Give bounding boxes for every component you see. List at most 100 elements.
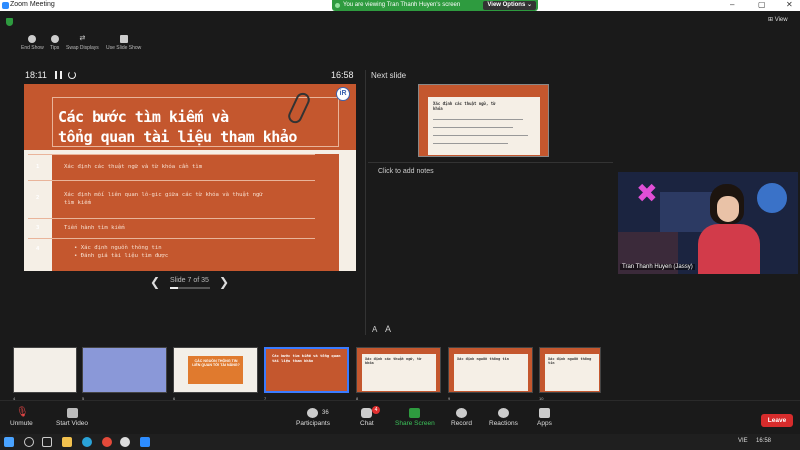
slide-row-3: 3 Tiến hành tìm kiếm xyxy=(28,218,315,238)
participant-body xyxy=(698,224,760,274)
next-slide-label: Next slide xyxy=(371,71,407,80)
slide-counter: Slide 7 of 35 xyxy=(170,277,209,284)
row-text: tìm kiếm xyxy=(64,199,91,206)
row-number: 2 xyxy=(36,195,40,201)
slide-title-line1: Các bước tìm kiếm và xyxy=(58,108,229,126)
row-text: Xác định mối liên quan lô-gic giữa các t… xyxy=(64,192,263,198)
reactions-icon xyxy=(497,408,509,418)
end-show-button[interactable]: End Show xyxy=(21,35,44,51)
maximize-button[interactable]: ▢ xyxy=(758,0,766,9)
filmstrip-thumb-6[interactable]: CÁC NGUỒN THÔNG TIN LIÊN QUAN TỚI TÀI NĂ… xyxy=(173,347,258,393)
current-time: 16:58 xyxy=(331,70,354,80)
pause-timer-icon[interactable] xyxy=(55,71,62,79)
decor-x-icon: ✖ xyxy=(636,178,658,208)
end-show-icon xyxy=(28,35,37,43)
speaker-notes-area[interactable] xyxy=(368,162,613,335)
use-slide-show-button[interactable]: Use Slide Show xyxy=(106,35,141,51)
next-slide-thumbnail[interactable]: Xác định các thuật ngữ, từ khóa xyxy=(418,84,549,157)
video-off-icon xyxy=(66,408,78,418)
reset-timer-icon[interactable] xyxy=(68,71,76,79)
row-number: 1 xyxy=(36,164,40,170)
thumb-caption: Xác định nguồn thông tin xyxy=(548,357,592,365)
record-icon xyxy=(455,408,467,418)
increase-font-button[interactable]: A xyxy=(385,324,391,334)
thumb-caption: CÁC NGUỒN THÔNG TIN LIÊN QUAN TỚI TÀI NĂ… xyxy=(192,359,240,367)
row-text: Tiến hành tìm kiếm xyxy=(64,225,125,231)
task-view-icon[interactable] xyxy=(42,437,52,447)
thumb-line xyxy=(433,127,513,128)
chrome-browser-icon[interactable] xyxy=(102,437,112,447)
thumb-line xyxy=(433,119,523,120)
participants-count: 36 xyxy=(322,410,329,416)
file-explorer-icon[interactable] xyxy=(62,437,72,447)
share-screen-icon xyxy=(409,408,421,418)
next-slide-title: Xác định các thuật ngữ, từ khóa xyxy=(433,101,496,111)
swap-displays-button[interactable]: ⇄ Swap Displays xyxy=(66,35,99,51)
chat-unread-badge: 4 xyxy=(372,406,380,414)
next-slide-button[interactable]: ❯ xyxy=(219,275,229,289)
row-text: Xác định các thuật ngữ và từ khóa cần tì… xyxy=(64,164,203,170)
start-video-button[interactable]: Start Video xyxy=(56,408,88,427)
share-screen-button[interactable]: Share Screen xyxy=(395,408,435,427)
view-button[interactable]: ⊞ View xyxy=(768,16,788,23)
windows-start-icon[interactable] xyxy=(4,437,14,447)
previous-slide-button[interactable]: ❮ xyxy=(150,275,160,289)
filmstrip-thumb-9[interactable]: Xác định nguồn thông tin xyxy=(448,347,533,393)
record-button[interactable]: Record xyxy=(451,408,472,427)
slide-title-line2: tổng quan tài liệu tham khảo xyxy=(58,128,297,146)
participant-video-tile[interactable]: ✖ xyxy=(618,172,798,274)
panel-divider[interactable] xyxy=(365,70,366,335)
leave-meeting-button[interactable]: Leave xyxy=(761,414,793,427)
muted-mic-icon: 🎙 xyxy=(15,407,29,418)
row-number: 4 xyxy=(36,246,40,252)
participant-name-label: Tran Thanh Huyen (Jassy) xyxy=(620,264,695,270)
thumb-caption: Xác định các thuật ngữ, từ khóa xyxy=(365,357,422,365)
slide-row-1: 1 Xác định các thuật ngữ và từ khóa cần … xyxy=(28,154,315,180)
slide-row-2: 2 Xác định mối liên quan lô-gic giữa các… xyxy=(28,180,315,218)
slideshow-icon xyxy=(119,35,128,43)
info-icon xyxy=(50,35,59,43)
minimize-button[interactable]: – xyxy=(730,0,734,9)
notes-placeholder[interactable]: Click to add notes xyxy=(378,168,434,175)
edge-browser-icon[interactable] xyxy=(82,437,92,447)
participant-face xyxy=(717,196,739,222)
presentation-timer: 18:11 xyxy=(25,70,47,80)
chat-icon xyxy=(361,408,373,418)
thumb-line xyxy=(433,143,508,144)
slide-progress-bar xyxy=(170,287,210,289)
filmstrip-thumb-7-selected[interactable]: Các bước tìm kiếm và tổng quan tài liệu … xyxy=(264,347,349,393)
participants-icon xyxy=(307,408,319,418)
swap-icon: ⇄ xyxy=(79,35,86,42)
unmute-button[interactable]: 🎙 Unmute xyxy=(10,407,33,428)
reactions-button[interactable]: Reactions xyxy=(489,408,518,427)
filmstrip-thumb-4[interactable] xyxy=(13,347,77,393)
share-status-icon xyxy=(335,3,340,8)
row-text: • Xác định nguồn thông tin xyxy=(74,245,162,251)
apps-button[interactable]: Apps xyxy=(537,408,552,427)
view-options-button[interactable]: View Options ⌄ xyxy=(483,1,536,10)
filmstrip-thumb-8[interactable]: Xác định các thuật ngữ, từ khóa xyxy=(356,347,441,393)
app-icon[interactable] xyxy=(120,437,130,447)
security-shield-icon[interactable] xyxy=(6,18,13,26)
thumb-line xyxy=(433,135,528,136)
filmstrip-thumb-10[interactable]: Xác định nguồn thông tin xyxy=(539,347,601,393)
viewing-screen-text: You are viewing Tran Thanh Huyen's scree… xyxy=(343,2,461,8)
thumb-caption: Xác định nguồn thông tin xyxy=(457,357,509,361)
tips-button[interactable]: Tips xyxy=(50,35,59,51)
keyboard-language[interactable]: VIE xyxy=(738,438,748,444)
system-clock[interactable]: 16:58 xyxy=(756,438,771,444)
zoom-taskbar-icon[interactable] xyxy=(140,437,150,447)
zoom-logo-icon xyxy=(2,2,9,9)
slide-progress-fill xyxy=(170,287,178,289)
screen-share-banner: You are viewing Tran Thanh Huyen's scree… xyxy=(332,0,538,11)
slide-row-4: 4 • Xác định nguồn thông tin • Đánh giá t… xyxy=(28,238,315,271)
decrease-font-button[interactable]: A xyxy=(372,325,377,334)
brand-logo: iR xyxy=(336,87,350,101)
thumb-caption: Các bước tìm kiếm và tổng quan tài liệu … xyxy=(272,353,341,363)
search-icon[interactable] xyxy=(24,437,34,447)
filmstrip-thumb-5[interactable] xyxy=(82,347,167,393)
window-title: Zoom Meeting xyxy=(10,1,55,8)
close-window-button[interactable]: ✕ xyxy=(786,0,793,9)
row-number: 3 xyxy=(36,225,40,231)
decor-circle xyxy=(754,180,790,216)
